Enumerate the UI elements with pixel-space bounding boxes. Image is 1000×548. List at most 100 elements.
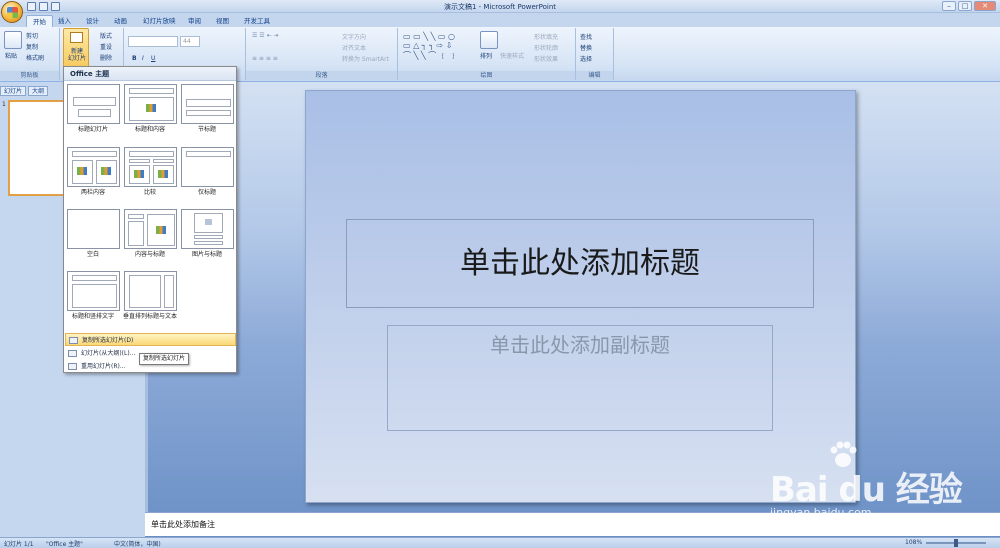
italic-icon[interactable]: I	[142, 55, 144, 62]
align-text-button[interactable]: 对齐文本	[342, 43, 366, 52]
layout-thumb-picture-caption[interactable]	[181, 209, 234, 249]
layout-label: 比较	[143, 189, 156, 196]
status-zoom[interactable]: 108%	[905, 539, 922, 546]
arrange-button[interactable]: 排列	[480, 51, 492, 60]
editing-group: 查找 替换 选择 编辑	[576, 28, 614, 80]
paste-button[interactable]: 粘贴	[5, 51, 17, 60]
status-theme: "Office 主题"	[46, 541, 83, 548]
clipboard-group-label: 剪贴板	[0, 71, 59, 80]
watermark-url: jingyan.baidu.com	[770, 506, 872, 519]
duplicate-slides-icon	[69, 337, 78, 344]
tab-design[interactable]: 设计	[80, 15, 105, 27]
layout-thumb-title-vertical-text[interactable]	[67, 271, 120, 311]
text-direction-button[interactable]: 文字方向	[342, 32, 366, 41]
layout-thumb-two-content[interactable]	[67, 147, 120, 187]
drawing-group-label: 绘图	[398, 71, 575, 80]
tab-slideshow[interactable]: 幻灯片放映	[137, 15, 182, 27]
dropdown-header: Office 主题	[64, 67, 236, 81]
reset-button[interactable]: 重设	[100, 42, 112, 51]
layout-label: 内容与标题	[134, 251, 165, 258]
shapes-gallery[interactable]: ▭ ▭ ╲ ╲ ▭ ○ ▭ △ ┐ ┐ ⇨ ⇩ ⌒ ╲ ╲ ⌒ ﹛ ﹜	[403, 32, 457, 61]
font-size-box[interactable]: 44	[180, 36, 200, 47]
layout-label: 标题和内容	[134, 126, 165, 133]
minimize-button[interactable]: –	[942, 1, 956, 11]
subtitle-placeholder[interactable]: 单击此处添加副标题	[387, 325, 773, 431]
window-title: 演示文稿1 - Microsoft PowerPoint	[443, 3, 557, 11]
title-placeholder[interactable]: 单击此处添加标题	[346, 219, 814, 308]
layout-thumb-vertical-title-text[interactable]	[124, 271, 177, 311]
status-language[interactable]: 中文(简体，中国)	[114, 539, 161, 548]
convert-smartart-button[interactable]: 转换为 SmartArt	[342, 54, 389, 63]
shape-effects-button[interactable]: 形状效果	[534, 54, 558, 63]
status-bar: 幻灯片 1/1 "Office 主题" 中文(简体，中国) 108%	[0, 537, 1000, 548]
menu-reuse-slides-label: 重用幻灯片(R)...	[81, 363, 126, 370]
new-slide-button[interactable]: 新建 幻灯片	[63, 28, 89, 70]
layout-thumb-title-only[interactable]	[181, 147, 234, 187]
shape-outline-button[interactable]: 形状轮廓	[534, 43, 558, 52]
arrange-icon[interactable]	[480, 31, 498, 49]
slide-thumbnail[interactable]	[8, 100, 68, 196]
layout-label: 仅标题	[197, 189, 216, 196]
tab-developer[interactable]: 开发工具	[238, 15, 276, 27]
tab-slides-pane[interactable]: 幻灯片	[0, 86, 27, 96]
tooltip: 复制所选幻灯片	[139, 353, 189, 365]
quick-styles-button[interactable]: 快速样式	[500, 51, 524, 60]
layout-thumb-content-caption[interactable]	[124, 209, 177, 249]
layout-thumb-blank[interactable]	[67, 209, 120, 249]
layout-thumb-comparison[interactable]	[124, 147, 177, 187]
tab-home[interactable]: 开始	[26, 15, 53, 27]
drawing-group: ▭ ▭ ╲ ╲ ▭ ○ ▭ △ ┐ ┐ ⇨ ⇩ ⌒ ╲ ╲ ⌒ ﹛ ﹜ 排列 快速样…	[398, 28, 576, 80]
tab-animations[interactable]: 动画	[108, 15, 133, 27]
select-button[interactable]: 选择	[580, 54, 592, 63]
bullets-icon[interactable]: ☰ ☰ ⇤ ⇥	[252, 32, 279, 39]
layout-label: 图片与标题	[191, 251, 222, 258]
menu-slides-from-outline-label: 幻灯片(从大纲)(L)...	[81, 350, 136, 357]
layout-thumb-title-slide[interactable]	[67, 84, 120, 124]
new-slide-icon	[70, 32, 83, 43]
subtitle-placeholder-text: 单击此处添加副标题	[490, 333, 670, 357]
delete-button[interactable]: 删除	[100, 53, 112, 62]
status-slide-count: 幻灯片 1/1	[4, 541, 34, 548]
underline-icon[interactable]: U	[151, 55, 155, 62]
clipboard-group: 粘贴 剪切 复制 格式刷 剪贴板	[0, 28, 60, 80]
new-slide-dropdown: Office 主题 标题幻灯片 标题和内容 节标题 两栏内容 比较 仅标题 空白	[63, 66, 237, 373]
tab-insert[interactable]: 插入	[52, 15, 77, 27]
watermark-brand: Bai du 经验	[770, 470, 963, 510]
office-button[interactable]	[1, 1, 23, 23]
office-logo-icon	[7, 7, 18, 18]
replace-button[interactable]: 替换	[580, 43, 592, 52]
align-icons[interactable]: ≡ ≡ ≡ ≡	[252, 55, 278, 62]
thumbnail-number: 1	[2, 101, 6, 108]
shape-fill-button[interactable]: 形状填充	[534, 32, 558, 41]
layout-label: 垂直排列标题与文本	[122, 313, 177, 320]
tab-review[interactable]: 审阅	[182, 15, 207, 27]
new-slide-label: 新建 幻灯片	[67, 48, 86, 62]
tab-view[interactable]: 视图	[210, 15, 235, 27]
layout-thumb-section-header[interactable]	[181, 84, 234, 124]
layout-label: 空白	[86, 251, 99, 258]
close-button[interactable]: ✕	[974, 1, 996, 11]
menu-duplicate-slides-label: 复制所选幻灯片(D)	[82, 337, 134, 344]
bold-icon[interactable]: B	[132, 55, 137, 62]
layout-thumb-title-content[interactable]	[124, 84, 177, 124]
layout-button[interactable]: 版式	[100, 31, 112, 40]
watermark: Bai du 经验 jingyan.baidu.com	[770, 440, 990, 530]
find-button[interactable]: 查找	[580, 32, 592, 41]
maximize-button[interactable]: □	[958, 1, 972, 11]
reuse-slides-icon	[68, 363, 77, 370]
layout-label: 两栏内容	[80, 189, 105, 196]
notes-placeholder: 单击此处添加备注	[151, 520, 215, 529]
cut-button[interactable]: 剪切	[26, 31, 38, 40]
format-painter-button[interactable]: 格式刷	[26, 53, 44, 62]
ribbon-tabs: 开始 插入 设计 动画 幻灯片放映 审阅 视图 开发工具	[0, 13, 1000, 27]
layout-label: 节标题	[197, 126, 216, 133]
menu-duplicate-slides[interactable]: 复制所选幻灯片(D)	[65, 333, 236, 346]
paragraph-group-label: 段落	[246, 71, 397, 80]
copy-button[interactable]: 复制	[26, 42, 38, 51]
editing-group-label: 编辑	[576, 71, 613, 80]
tab-outline-pane[interactable]: 大纲	[28, 86, 49, 96]
paste-icon[interactable]	[4, 31, 22, 49]
font-name-box[interactable]	[128, 36, 178, 47]
layout-label: 标题幻灯片	[77, 126, 108, 133]
zoom-slider-thumb[interactable]	[954, 539, 958, 547]
